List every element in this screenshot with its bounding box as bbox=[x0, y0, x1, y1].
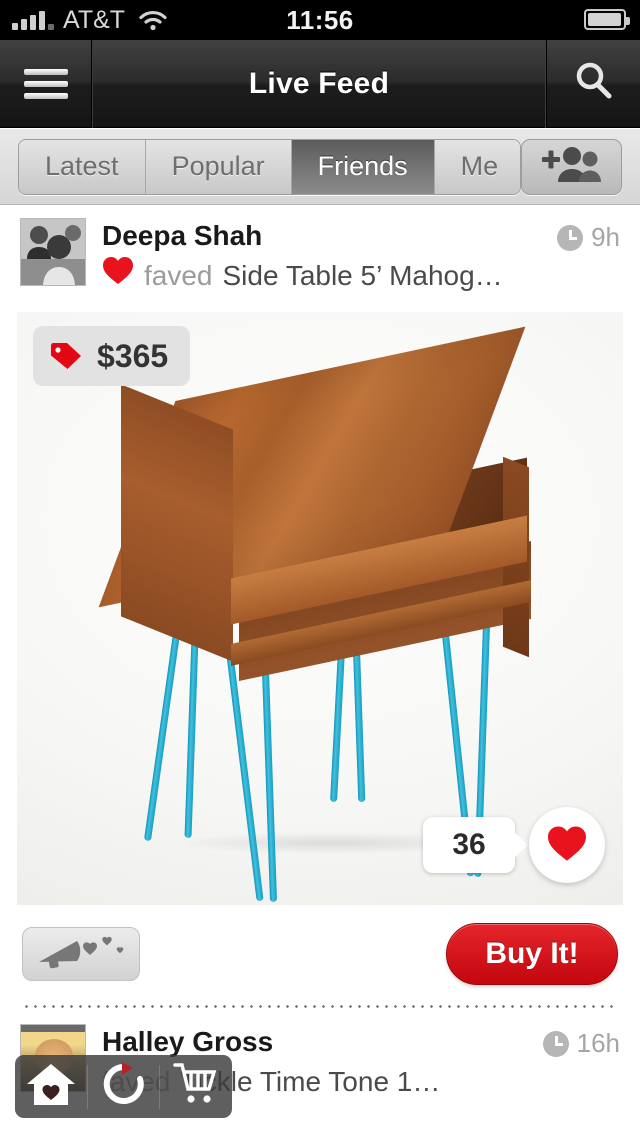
floating-toolbar bbox=[15, 1055, 232, 1118]
battery-icon bbox=[584, 9, 630, 30]
home-heart-icon bbox=[24, 1060, 78, 1113]
search-icon bbox=[572, 59, 616, 108]
clock-time: 11:56 bbox=[286, 4, 354, 35]
fav-button[interactable] bbox=[529, 807, 605, 883]
page-title: Live Feed bbox=[248, 66, 390, 100]
refresh-button[interactable] bbox=[88, 1055, 160, 1118]
post-action: faved Side Table 5’ Mahog… bbox=[102, 254, 557, 298]
avatar[interactable] bbox=[20, 218, 86, 286]
post-time-label: 9h bbox=[591, 222, 620, 252]
search-button[interactable] bbox=[546, 39, 640, 128]
add-friends-icon bbox=[540, 144, 602, 189]
post-time-label: 16h bbox=[576, 1028, 620, 1058]
refresh-icon bbox=[100, 1060, 148, 1113]
clock-icon bbox=[542, 1030, 569, 1057]
side-table-illustration bbox=[17, 312, 623, 905]
add-friends-button[interactable] bbox=[520, 138, 622, 195]
tab-friends[interactable]: Friends bbox=[291, 139, 435, 194]
shopping-cart-icon bbox=[171, 1061, 221, 1112]
segmented-control: Latest Popular Friends Me bbox=[18, 138, 521, 195]
feed-list[interactable]: Deepa Shah faved Side Table 5’ Mahog… 9h bbox=[0, 206, 640, 1136]
buy-it-button[interactable]: Buy It! bbox=[446, 923, 618, 985]
feed-filter-bar: Latest Popular Friends Me bbox=[0, 129, 640, 205]
post-timestamp: 16h bbox=[542, 1024, 620, 1059]
post-text: Deepa Shah faved Side Table 5’ Mahog… bbox=[86, 218, 557, 298]
megaphone-share-icon bbox=[33, 932, 129, 977]
post-actions: Buy It! bbox=[0, 905, 640, 985]
tab-latest[interactable]: Latest bbox=[19, 139, 146, 194]
product-image-card[interactable]: $365 36 bbox=[17, 312, 623, 905]
navigation-bar: Live Feed bbox=[0, 39, 640, 128]
app-root: AT&T 11:56 Live Feed Latest Popular Frie… bbox=[0, 0, 640, 1136]
clock-icon bbox=[557, 224, 584, 251]
share-button[interactable] bbox=[22, 927, 140, 981]
post-header: Deepa Shah faved Side Table 5’ Mahog… 9h bbox=[0, 206, 640, 298]
post-verb: faved bbox=[144, 260, 213, 291]
tab-popular[interactable]: Popular bbox=[145, 139, 292, 194]
hamburger-menu-button[interactable] bbox=[0, 39, 92, 128]
product-photo bbox=[17, 312, 623, 905]
price-tag-icon bbox=[49, 341, 83, 371]
price-label: $365 bbox=[97, 337, 169, 374]
hamburger-menu-icon bbox=[23, 63, 68, 105]
home-button[interactable] bbox=[15, 1055, 87, 1118]
post-username[interactable]: Deepa Shah bbox=[102, 218, 557, 254]
tab-me[interactable]: Me bbox=[434, 139, 520, 194]
price-badge: $365 bbox=[33, 326, 191, 386]
cart-button[interactable] bbox=[160, 1055, 232, 1118]
feed-post: Deepa Shah faved Side Table 5’ Mahog… 9h bbox=[0, 206, 640, 1008]
post-object[interactable]: Side Table 5’ Mahog… bbox=[223, 254, 503, 298]
fav-count-bubble: 36 bbox=[423, 817, 528, 873]
heart-icon bbox=[102, 254, 134, 298]
status-bar: AT&T 11:56 bbox=[0, 0, 640, 40]
heart-icon bbox=[546, 824, 588, 867]
post-timestamp: 9h bbox=[557, 218, 620, 253]
